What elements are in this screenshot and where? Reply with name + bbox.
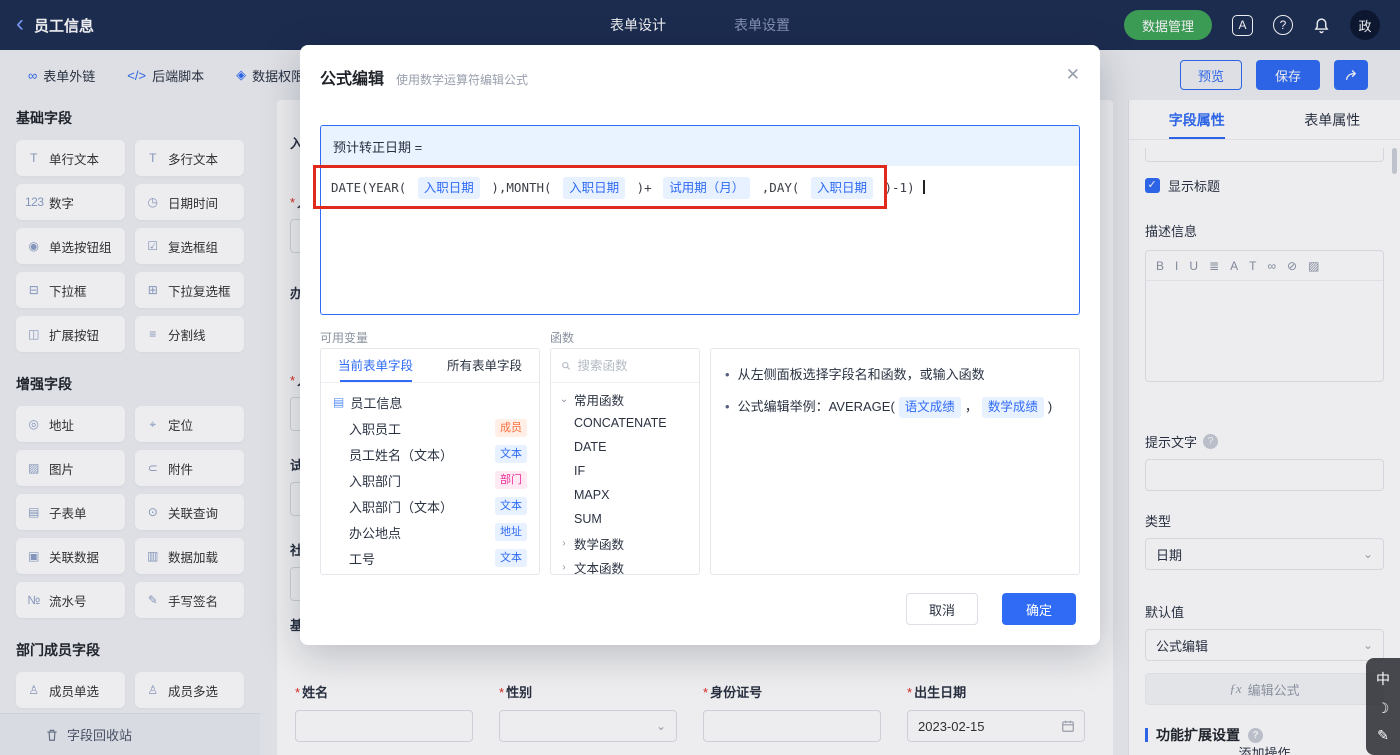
variable-name: 入职员工 <box>349 421 402 437</box>
formula-token[interactable]: 入职日期 <box>810 177 873 199</box>
function-group-header[interactable]: ⌄ 常用函数 <box>551 387 699 411</box>
variable-item[interactable]: 入职员工 成员 <box>321 415 539 441</box>
formula-token[interactable]: 入职日期 <box>563 177 626 199</box>
variable-item[interactable]: 入职部门（文本） 文本 <box>321 493 539 519</box>
variables-list: ▤ 员工信息 入职员工 成员 员工姓名（文本） 文本 入职部门 部门 入职部门（… <box>321 383 539 574</box>
variables-tab[interactable]: 当前表单字段 <box>321 349 430 382</box>
text-cursor <box>923 180 925 194</box>
variable-type-tag: 地址 <box>495 523 527 541</box>
variable-type-tag: 成员 <box>495 419 527 437</box>
modal-subtitle: 使用数学运算符编辑公式 <box>396 73 529 87</box>
variable-name: 入职部门 <box>349 473 402 489</box>
function-item[interactable]: CONCATENATE <box>551 411 699 435</box>
help-example-prefix: 公式编辑举例：AVERAGE( <box>737 399 895 414</box>
variable-name: 办公地点 <box>349 525 402 541</box>
function-item[interactable]: IF <box>551 459 699 483</box>
variable-type-tag: 文本 <box>495 445 527 463</box>
confirm-button[interactable]: 确定 <box>1002 593 1076 625</box>
variables-panel: 当前表单字段 所有表单字段 ▤ 员工信息 入职员工 成员 员工姓名（文本） 文本… <box>320 348 540 575</box>
bullet-icon: • <box>725 399 730 414</box>
document-icon: ▤ <box>333 395 345 409</box>
function-group-name: 常用函数 <box>574 393 625 408</box>
ime-toolbar: 中 ☽ ✎ <box>1366 658 1400 755</box>
function-item[interactable]: MAPX <box>551 483 699 507</box>
formula-token[interactable]: DATE(YEAR( <box>331 180 406 195</box>
variables-label: 可用变量 <box>320 331 369 345</box>
example-field-pill: 语文成绩 <box>898 397 961 418</box>
ime-language-icon[interactable]: 中 <box>1376 669 1390 689</box>
variable-name: 入职部门（文本） <box>349 499 454 515</box>
chevron-icon: ⌄ <box>559 393 569 405</box>
close-icon[interactable]: ✕ <box>1066 65 1080 85</box>
functions-panel: ⌄ 常用函数 CONCATENATE DATE IF MAPX <box>550 348 700 575</box>
variable-type-tag: 文本 <box>495 497 527 515</box>
help-text-2: 公式编辑举例：AVERAGE(语文成绩，数学成绩) <box>737 396 1053 418</box>
function-groups: ⌄ 常用函数 CONCATENATE DATE IF MAPX SUM › 数学… <box>551 383 699 575</box>
function-group: › 数学函数 <box>551 531 699 555</box>
functions-label: 函数 <box>550 331 575 345</box>
variable-item[interactable]: 入职部门 部门 <box>321 467 539 493</box>
function-group: ⌄ 常用函数 CONCATENATE DATE IF MAPX SUM <box>551 387 699 531</box>
search-icon <box>562 361 571 370</box>
variable-item[interactable]: 员工姓名（文本） 文本 <box>321 441 539 467</box>
variable-type-tag: 部门 <box>495 471 527 489</box>
formula-token[interactable]: ,DAY( <box>762 180 800 195</box>
formula-token[interactable]: ),MONTH( <box>491 180 551 195</box>
bullet-icon: • <box>725 367 730 382</box>
modal-header: 公式编辑 使用数学运算符编辑公式 ✕ <box>300 45 1100 103</box>
formula-token[interactable]: )-1) <box>885 180 915 195</box>
form-root-node[interactable]: ▤ 员工信息 <box>321 389 539 415</box>
help-text-1: 从左侧面板选择字段名和函数，或输入函数 <box>737 367 985 382</box>
function-search-row <box>551 349 699 383</box>
handwriting-pen-icon[interactable]: ✎ <box>1377 727 1389 744</box>
variable-item[interactable]: 办公地点 地址 <box>321 519 539 545</box>
function-group-header[interactable]: › 数学函数 <box>551 531 699 555</box>
formula-tokens: DATE(YEAR( 入职日期 ),MONTH( 入职日期 )+ 试用期（月） … <box>331 177 922 199</box>
function-group-header[interactable]: › 文本函数 <box>551 555 699 575</box>
formula-token[interactable]: )+ <box>637 180 652 195</box>
help-example-suffix: ) <box>1047 399 1053 414</box>
dark-mode-icon[interactable]: ☽ <box>1377 700 1390 717</box>
search-input[interactable] <box>577 358 689 373</box>
modal-footer: 取消 确定 <box>906 593 1076 625</box>
formula-target: 预计转正日期 = <box>321 126 1079 166</box>
formula-help-panel: • 从左侧面板选择字段名和函数，或输入函数 • 公式编辑举例：AVERAGE(语… <box>710 348 1080 575</box>
variable-type-tag: 文本 <box>495 549 527 567</box>
formula-token[interactable]: 试用期（月） <box>663 177 751 199</box>
function-item[interactable]: SUM <box>551 507 699 531</box>
modal-title: 公式编辑 <box>320 71 385 88</box>
chevron-icon: › <box>562 561 566 573</box>
formula-token[interactable]: 入职日期 <box>417 177 480 199</box>
variable-name: 员工姓名（文本） <box>349 447 454 463</box>
variable-item[interactable]: 工号 文本 <box>321 545 539 571</box>
formula-edit-modal: 公式编辑 使用数学运算符编辑公式 ✕ 预计转正日期 = DATE(YEAR( 入… <box>300 45 1100 645</box>
chevron-icon: › <box>562 537 566 549</box>
function-item[interactable]: DATE <box>551 435 699 459</box>
formula-input-area[interactable]: DATE(YEAR( 入职日期 ),MONTH( 入职日期 )+ 试用期（月） … <box>321 166 1079 210</box>
form-root-label: 员工信息 <box>350 395 403 411</box>
variables-tab[interactable]: 所有表单字段 <box>430 349 539 382</box>
example-comma: ， <box>964 399 978 414</box>
function-items: CONCATENATE DATE IF MAPX SUM <box>551 411 699 531</box>
variables-tabs: 当前表单字段 所有表单字段 <box>321 349 539 383</box>
example-field-pill: 数学成绩 <box>981 397 1044 418</box>
help-line-1: • 从左侧面板选择字段名和函数，或输入函数 <box>725 364 1065 385</box>
function-group: › 文本函数 <box>551 555 699 575</box>
cancel-button[interactable]: 取消 <box>906 593 978 625</box>
variable-name: 工号 <box>349 551 376 567</box>
variable-rows: 入职员工 成员 员工姓名（文本） 文本 入职部门 部门 入职部门（文本） 文本 … <box>321 415 539 571</box>
function-group-name: 数学函数 <box>574 537 625 552</box>
function-group-name: 文本函数 <box>574 561 625 575</box>
help-line-2: • 公式编辑举例：AVERAGE(语文成绩，数学成绩) <box>725 396 1065 418</box>
formula-editor: 预计转正日期 = DATE(YEAR( 入职日期 ),MONTH( 入职日期 )… <box>320 125 1080 315</box>
